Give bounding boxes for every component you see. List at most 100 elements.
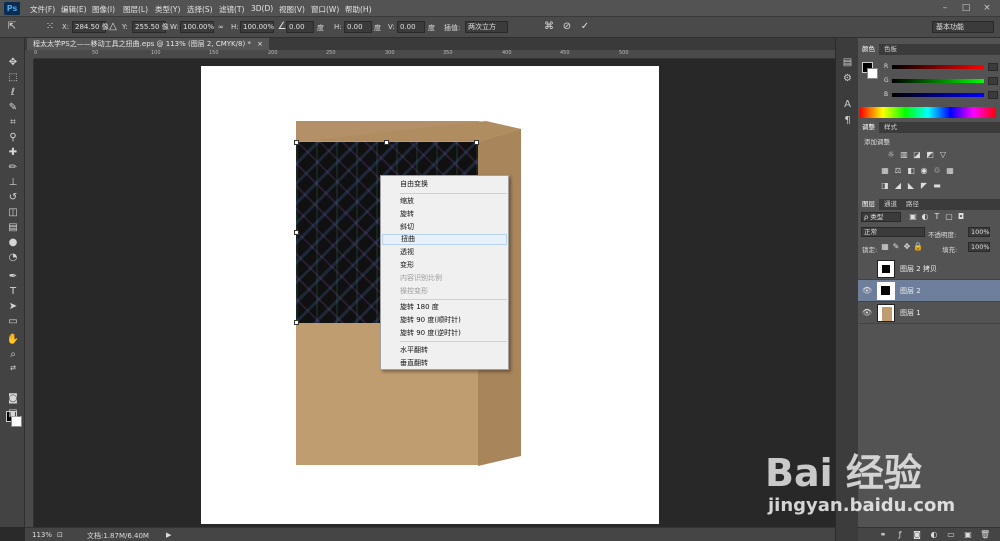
fill-field[interactable]: 100% <box>968 242 990 252</box>
color-g-slider[interactable] <box>892 79 984 83</box>
menu-window[interactable]: 窗口(W) <box>311 4 339 15</box>
menu-item-flip-vertical[interactable]: 垂直翻转 <box>382 358 507 369</box>
blur-tool-icon[interactable]: ● <box>6 236 20 249</box>
menu-select[interactable]: 选择(S) <box>187 4 213 15</box>
layer-visibility-icon[interactable]: 👁 <box>861 285 873 297</box>
invert-icon[interactable]: ◨ <box>880 181 890 191</box>
vertical-ruler[interactable] <box>25 59 34 527</box>
marquee-tool-icon[interactable]: ⬚ <box>6 71 20 84</box>
gradient-map-icon[interactable]: ▬ <box>932 181 942 191</box>
eraser-tool-icon[interactable]: ◫ <box>6 206 20 219</box>
type-tool-icon[interactable]: T <box>6 285 20 298</box>
menu-file[interactable]: 文件(F) <box>30 4 55 15</box>
minimize-icon[interactable]: – <box>940 3 950 13</box>
healing-brush-icon[interactable]: ✚ <box>6 146 20 159</box>
move-tool-icon[interactable]: ✥ <box>6 56 20 69</box>
zoom-level[interactable]: 113% <box>32 531 52 539</box>
lock-pixels-icon[interactable]: ▦ <box>880 242 890 252</box>
menu-item-free-transform[interactable]: 自由变换 <box>382 179 507 190</box>
menu-item-skew[interactable]: 斜切 <box>382 222 507 233</box>
hskew-field[interactable]: 0.00 <box>344 21 372 33</box>
color-background-swatch[interactable] <box>867 68 878 79</box>
path-select-icon[interactable]: ➤ <box>6 300 20 313</box>
crop-tool-icon[interactable]: ⌗ <box>6 116 20 129</box>
tab-paths[interactable]: 路径 <box>902 199 923 210</box>
photo-filter-icon[interactable]: ◉ <box>919 166 929 176</box>
workspace-select[interactable]: 基本功能 <box>932 21 994 33</box>
menu-item-flip-horizontal[interactable]: 水平翻转 <box>382 345 507 356</box>
layer-row-selected[interactable]: 👁 图层 2 <box>858 280 1000 302</box>
layer-row[interactable]: 图层 2 拷贝 <box>858 258 1000 280</box>
menu-item-warp[interactable]: 变形 <box>382 260 507 271</box>
menu-item-perspective[interactable]: 透视 <box>382 247 507 258</box>
tab-styles[interactable]: 样式 <box>880 122 901 133</box>
color-balance-icon[interactable]: ⚖ <box>893 166 903 176</box>
posterize-icon[interactable]: ◢ <box>893 181 903 191</box>
h-field[interactable]: 100.00% <box>240 21 274 33</box>
tab-color[interactable]: 颜色 <box>858 44 879 55</box>
layer-name[interactable]: 图层 2 <box>900 286 921 296</box>
interpolation-select[interactable]: 两次立方 <box>465 21 508 33</box>
layer-visibility-off-icon[interactable] <box>861 263 873 275</box>
warp-mode-icon[interactable]: ⌘ <box>543 21 555 33</box>
transform-handle[interactable] <box>294 320 299 325</box>
threshold-icon[interactable]: ◣ <box>906 181 916 191</box>
close-window-icon[interactable]: × <box>982 3 992 13</box>
channel-mixer-icon[interactable]: ♲ <box>932 166 942 176</box>
document-tab[interactable]: 程太太学PS之——移动工具之扭曲.eps @ 113% (图层 2, CMYK/… <box>27 38 270 50</box>
y-field[interactable]: 255.50 像 <box>132 21 169 33</box>
menu-layer[interactable]: 图层(L) <box>123 4 148 15</box>
link-layers-icon[interactable]: ⚭ <box>878 530 888 540</box>
vibrance-icon[interactable]: ▽ <box>938 150 948 160</box>
status-menu-arrow-icon[interactable]: ▶ <box>166 531 171 539</box>
filter-shape-icon[interactable]: ▢ <box>944 212 954 222</box>
layer-name[interactable]: 图层 2 拷贝 <box>900 264 937 274</box>
dodge-tool-icon[interactable]: ◔ <box>6 251 20 264</box>
menu-view[interactable]: 视图(V) <box>279 4 305 15</box>
menu-item-rotate-90-ccw[interactable]: 旋转 90 度(逆时针) <box>382 328 507 339</box>
filter-pixel-icon[interactable]: ▣ <box>908 212 918 222</box>
paragraph-panel-icon[interactable]: ¶ <box>841 114 854 127</box>
color-g-value[interactable] <box>988 77 998 85</box>
layer-row[interactable]: 👁 图层 1 <box>858 302 1000 324</box>
menu-item-scale[interactable]: 缩放 <box>382 196 507 207</box>
menu-edit[interactable]: 编辑(E) <box>61 4 87 15</box>
vskew-field[interactable]: 0.00 <box>397 21 425 33</box>
tab-channels[interactable]: 通道 <box>880 199 901 210</box>
blend-mode-select[interactable]: 正常 <box>861 227 925 237</box>
screen-mode-icon[interactable]: ▣ <box>6 407 20 420</box>
w-field[interactable]: 100.00% <box>180 21 214 33</box>
hand-tool-icon[interactable]: ✋ <box>6 333 20 346</box>
gradient-tool-icon[interactable]: ▤ <box>6 221 20 234</box>
black-white-icon[interactable]: ◧ <box>906 166 916 176</box>
color-r-value[interactable] <box>988 63 998 71</box>
character-panel-icon[interactable]: A <box>841 98 854 111</box>
swap-colors-icon[interactable]: ⇄ <box>6 362 20 375</box>
tab-swatches[interactable]: 色板 <box>880 44 901 55</box>
menu-filter[interactable]: 滤镜(T) <box>219 4 244 15</box>
transform-tool-icon[interactable]: ⇱ <box>6 21 18 33</box>
clone-stamp-icon[interactable]: ⊥ <box>6 176 20 189</box>
menu-image[interactable]: 图像(I) <box>92 4 115 15</box>
levels-icon[interactable]: ▥ <box>899 150 909 160</box>
shape-tool-icon[interactable]: ▭ <box>6 315 20 328</box>
menu-item-distort[interactable]: 扭曲 <box>382 234 507 245</box>
cancel-transform-icon[interactable]: ⊘ <box>561 21 573 33</box>
transform-handle[interactable] <box>294 230 299 235</box>
lock-paint-icon[interactable]: ✎ <box>891 242 901 252</box>
ruler-origin[interactable] <box>25 50 34 59</box>
brightness-icon[interactable]: ☼ <box>886 150 896 160</box>
brush-tool-icon[interactable]: ✏ <box>6 161 20 174</box>
angle-field[interactable]: 0.00 <box>286 21 314 33</box>
history-brush-icon[interactable]: ↺ <box>6 191 20 204</box>
link-icon[interactable]: ∞ <box>218 23 224 31</box>
quick-mask-icon[interactable]: ◙ <box>6 392 20 405</box>
add-mask-icon[interactable]: ◙ <box>912 530 922 540</box>
history-panel-icon[interactable]: ▤ <box>841 56 854 69</box>
opacity-field[interactable]: 100% <box>968 227 990 237</box>
filter-adjust-icon[interactable]: ◐ <box>920 212 930 222</box>
color-lookup-icon[interactable]: ▦ <box>945 166 955 176</box>
layer-filter-select[interactable]: ρ 类型 <box>861 212 901 222</box>
filter-smart-icon[interactable]: ◘ <box>956 212 966 222</box>
menu-3d[interactable]: 3D(D) <box>251 4 273 13</box>
